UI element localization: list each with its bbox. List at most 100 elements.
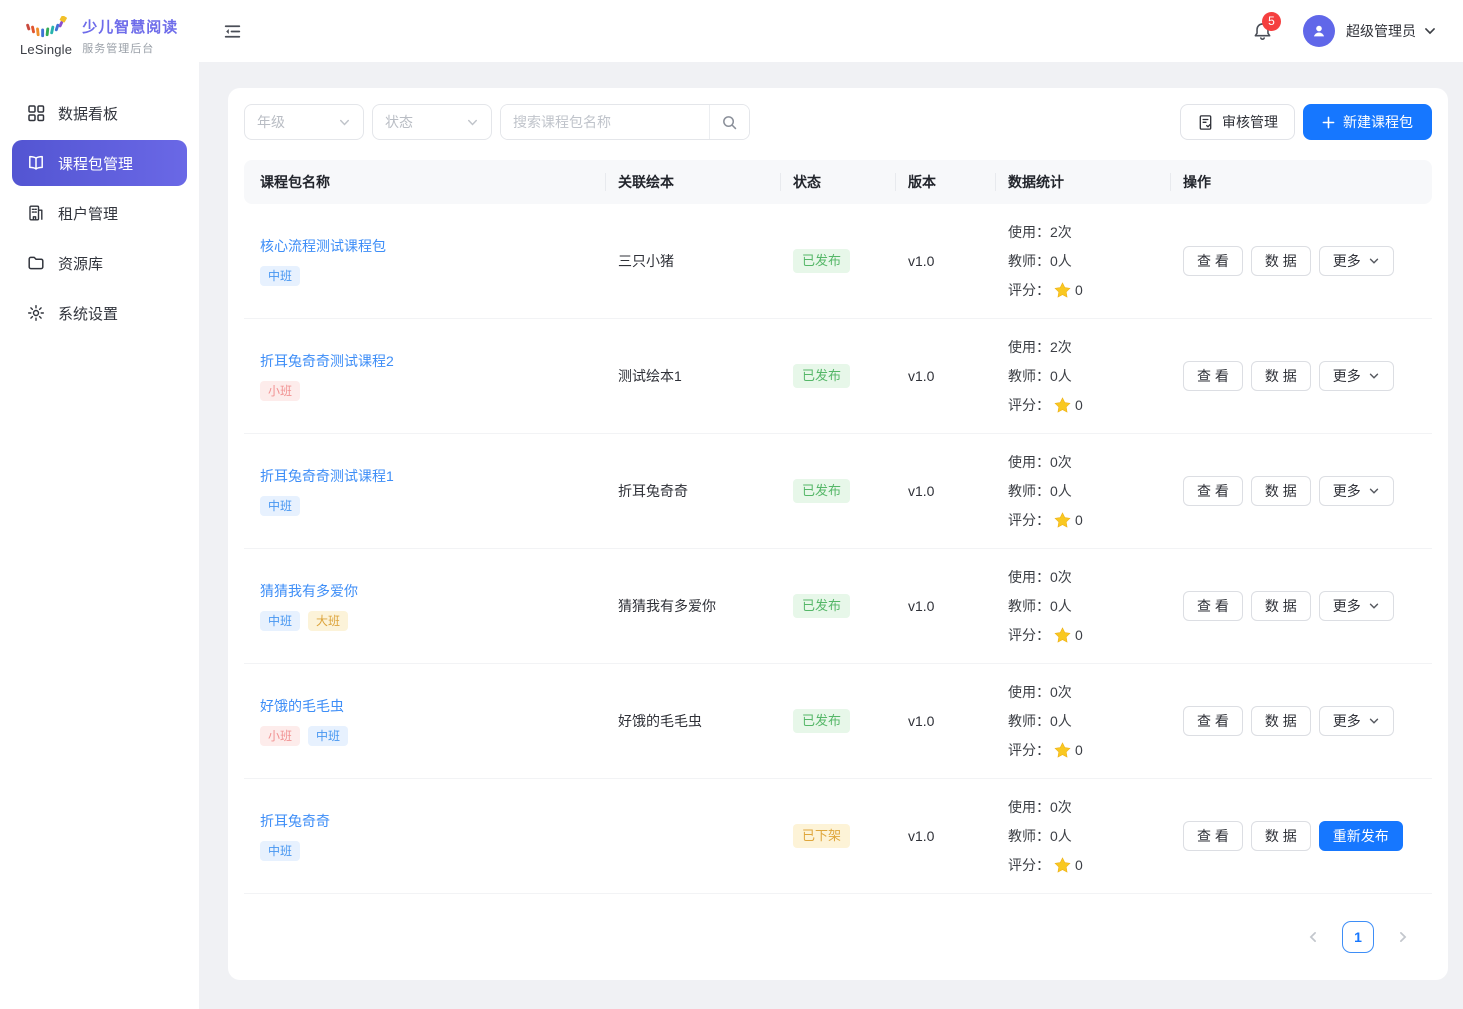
data-button[interactable]: 数 据 — [1251, 706, 1311, 736]
star-icon — [1053, 626, 1072, 645]
version: v1.0 — [896, 713, 996, 729]
status-badge: 已发布 — [793, 709, 850, 733]
chevron-down-icon — [1368, 715, 1380, 727]
usage-stat: 使用：2次 — [1008, 222, 1171, 242]
sidebar-item-dashboard[interactable]: 数据看板 — [12, 90, 187, 136]
stats: 使用：0次教师：0人评分：0 — [996, 682, 1171, 760]
grade-tag: 小班 — [260, 726, 300, 746]
grade-tag: 小班 — [260, 381, 300, 401]
user-icon — [1310, 22, 1328, 40]
row-actions: 查 看数 据更多 — [1171, 361, 1432, 391]
grade-select[interactable]: 年级 — [244, 104, 364, 140]
usage-stat: 使用：0次 — [1008, 452, 1171, 472]
app-logo: LeSingle 少儿智慧阅读 服务管理后台 — [0, 0, 199, 72]
package-name-link[interactable]: 折耳兔奇奇 — [260, 811, 330, 831]
package-name-link[interactable]: 好饿的毛毛虫 — [260, 696, 344, 716]
column-header: 课程包名称 — [244, 160, 606, 204]
related-book: 测试绘本1 — [606, 366, 781, 386]
teacher-stat: 教师：0人 — [1008, 251, 1171, 271]
more-button[interactable]: 更多 — [1319, 361, 1394, 391]
brand-icon — [22, 16, 70, 41]
status-badge: 已发布 — [793, 249, 850, 273]
package-name-link[interactable]: 折耳兔奇奇测试课程2 — [260, 351, 394, 371]
sidebar-item-gear[interactable]: 系统设置 — [12, 290, 187, 336]
table-row: 核心流程测试课程包中班三只小猪已发布v1.0使用：2次教师：0人评分：0查 看数… — [244, 204, 1432, 319]
status-badge: 已发布 — [793, 364, 850, 388]
view-button[interactable]: 查 看 — [1183, 821, 1243, 851]
sidebar-item-folder[interactable]: 资源库 — [12, 240, 187, 286]
app-subtitle: 服务管理后台 — [82, 40, 178, 56]
chevron-down-icon — [338, 116, 351, 129]
data-button[interactable]: 数 据 — [1251, 821, 1311, 851]
gear-icon — [27, 304, 45, 322]
chevron-down-icon — [1368, 600, 1380, 612]
teacher-stat: 教师：0人 — [1008, 596, 1171, 616]
building-icon — [27, 204, 45, 222]
table-header: 课程包名称关联绘本状态版本数据统计操作 — [244, 160, 1432, 204]
teacher-stat: 教师：0人 — [1008, 366, 1171, 386]
table-row: 好饿的毛毛虫小班中班好饿的毛毛虫已发布v1.0使用：0次教师：0人评分：0查 看… — [244, 664, 1432, 779]
package-name-link[interactable]: 猜猜我有多爱你 — [260, 581, 358, 601]
brand-name: LeSingle — [20, 42, 72, 57]
stats: 使用：0次教师：0人评分：0 — [996, 797, 1171, 875]
notification-bell[interactable]: 5 — [1252, 21, 1273, 42]
view-button[interactable]: 查 看 — [1183, 591, 1243, 621]
app-root: LeSingle 少儿智慧阅读 服务管理后台 数据看板课程包管理租户管理资源库系… — [0, 0, 1463, 1009]
package-name-link[interactable]: 折耳兔奇奇测试课程1 — [260, 466, 394, 486]
related-book: 折耳兔奇奇 — [606, 481, 781, 501]
rating-stat: 评分：0 — [1008, 625, 1171, 645]
grade-tag: 中班 — [260, 266, 300, 286]
sidebar-item-book[interactable]: 课程包管理 — [12, 140, 187, 186]
view-button[interactable]: 查 看 — [1183, 246, 1243, 276]
data-button[interactable]: 数 据 — [1251, 591, 1311, 621]
review-management-button[interactable]: 审核管理 — [1180, 104, 1295, 140]
pagination-next-icon[interactable] — [1396, 930, 1410, 944]
data-button[interactable]: 数 据 — [1251, 476, 1311, 506]
status-select[interactable]: 状态 — [372, 104, 492, 140]
related-book: 好饿的毛毛虫 — [606, 711, 781, 731]
search-input[interactable] — [501, 105, 709, 139]
pagination-prev-icon[interactable] — [1306, 930, 1320, 944]
sidebar-item-building[interactable]: 租户管理 — [12, 190, 187, 236]
create-package-button[interactable]: 新建课程包 — [1303, 104, 1432, 140]
stats: 使用：0次教师：0人评分：0 — [996, 567, 1171, 645]
view-button[interactable]: 查 看 — [1183, 476, 1243, 506]
more-button[interactable]: 更多 — [1319, 246, 1394, 276]
star-icon — [1053, 856, 1072, 875]
grade-tag: 中班 — [308, 726, 348, 746]
view-button[interactable]: 查 看 — [1183, 361, 1243, 391]
table-row: 猜猜我有多爱你中班大班猜猜我有多爱你已发布v1.0使用：0次教师：0人评分：0查… — [244, 549, 1432, 664]
sidebar-item-label: 系统设置 — [58, 303, 118, 324]
more-button[interactable]: 更多 — [1319, 476, 1394, 506]
row-actions: 查 看数 据重新发布 — [1171, 821, 1432, 851]
column-header: 操作 — [1171, 160, 1432, 204]
row-actions: 查 看数 据更多 — [1171, 706, 1432, 736]
more-button[interactable]: 更多 — [1319, 591, 1394, 621]
republish-button[interactable]: 重新发布 — [1319, 821, 1403, 851]
pagination-page-1[interactable]: 1 — [1342, 921, 1374, 953]
data-button[interactable]: 数 据 — [1251, 361, 1311, 391]
rating-stat: 评分：0 — [1008, 395, 1171, 415]
sidebar-collapse-icon[interactable] — [223, 22, 242, 41]
main-content: 年级 状态 — [199, 62, 1463, 1009]
row-actions: 查 看数 据更多 — [1171, 476, 1432, 506]
top-bar: 5 超级管理员 — [199, 0, 1463, 62]
search-icon[interactable] — [709, 105, 749, 139]
filter-bar: 年级 状态 — [244, 104, 1432, 140]
column-header: 关联绘本 — [606, 160, 781, 204]
more-button[interactable]: 更多 — [1319, 706, 1394, 736]
stats: 使用：2次教师：0人评分：0 — [996, 337, 1171, 415]
sidebar-item-label: 课程包管理 — [58, 153, 133, 174]
user-menu-chevron-icon[interactable] — [1423, 24, 1437, 38]
teacher-stat: 教师：0人 — [1008, 711, 1171, 731]
sidebar-menu: 数据看板课程包管理租户管理资源库系统设置 — [0, 72, 199, 358]
package-name-link[interactable]: 核心流程测试课程包 — [260, 236, 386, 256]
view-button[interactable]: 查 看 — [1183, 706, 1243, 736]
chevron-down-icon — [466, 116, 479, 129]
star-icon — [1053, 511, 1072, 530]
sidebar: LeSingle 少儿智慧阅读 服务管理后台 数据看板课程包管理租户管理资源库系… — [0, 0, 199, 1009]
data-button[interactable]: 数 据 — [1251, 246, 1311, 276]
avatar[interactable] — [1303, 15, 1335, 47]
grade-tag: 大班 — [308, 611, 348, 631]
chevron-down-icon — [1368, 255, 1380, 267]
